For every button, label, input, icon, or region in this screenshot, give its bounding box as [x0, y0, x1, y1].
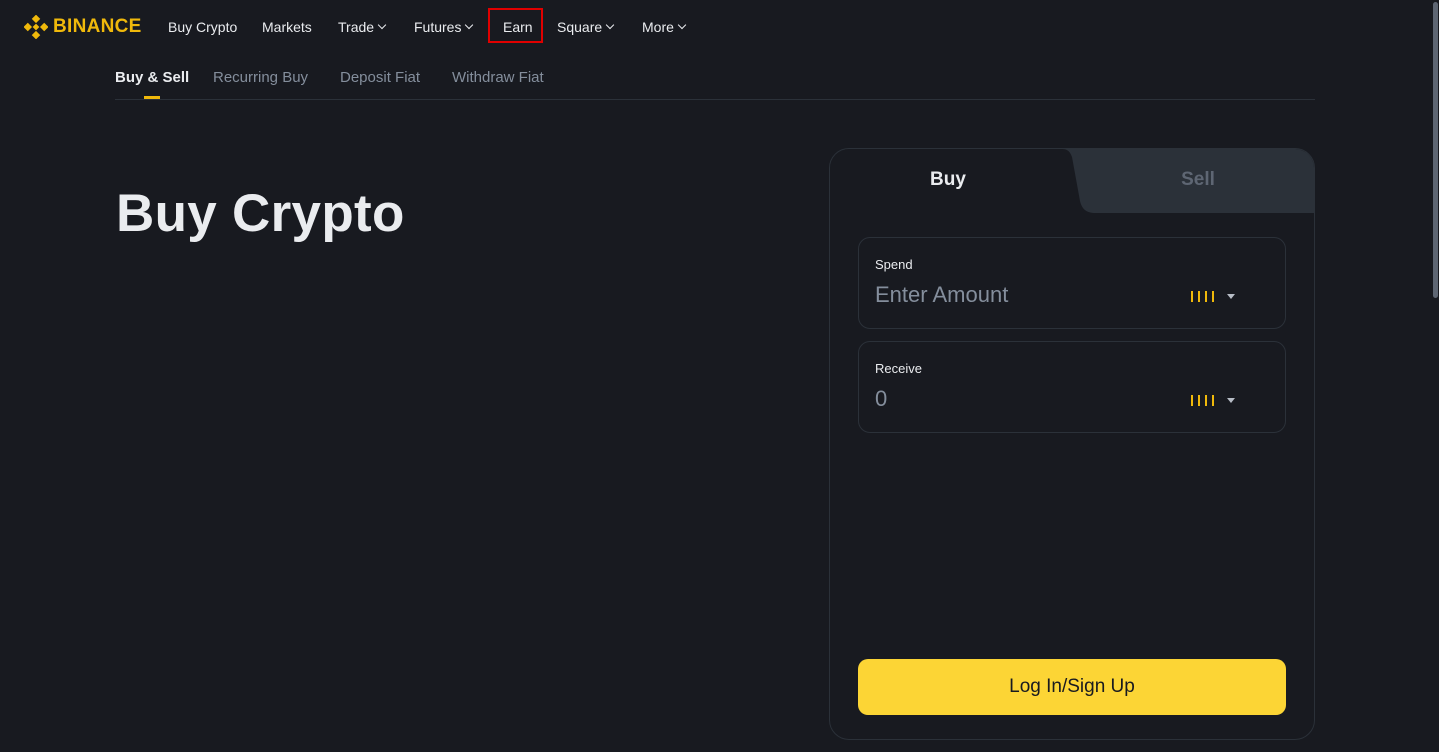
spend-currency-selector[interactable] [1191, 290, 1235, 302]
nav-label: Square [557, 19, 603, 35]
nav-futures[interactable]: Futures [414, 17, 474, 37]
nav-markets[interactable]: Markets [262, 17, 312, 37]
spend-label: Spend [875, 257, 913, 272]
receive-field: Receive [858, 341, 1286, 433]
loading-bar [1212, 394, 1214, 406]
chevron-down-icon [605, 20, 615, 30]
loading-bar [1191, 290, 1193, 302]
binance-logo[interactable]: BINANCE [24, 15, 142, 39]
chevron-down-icon [377, 20, 387, 30]
spend-field: Spend [858, 237, 1286, 329]
sub-nav: Buy & Sell Recurring Buy Deposit Fiat Wi… [115, 66, 1315, 100]
nav-label: Markets [262, 19, 312, 35]
chevron-down-icon [465, 20, 474, 30]
caret-down-icon [1227, 397, 1235, 403]
active-tab-indicator [144, 96, 160, 99]
receive-currency-selector[interactable] [1191, 394, 1235, 406]
earn-highlight-box [488, 8, 543, 43]
receive-label: Receive [875, 361, 922, 376]
nav-label: Trade [338, 19, 375, 35]
brand-name: BINANCE [53, 16, 142, 37]
loading-bar [1212, 290, 1214, 302]
loading-bar [1191, 394, 1193, 406]
buy-tab-shape [830, 149, 1096, 213]
spend-amount-input[interactable] [875, 282, 1165, 308]
loading-bar [1198, 290, 1200, 302]
tab-buy-and-sell[interactable]: Buy & Sell [115, 69, 189, 86]
tab-withdraw-fiat[interactable]: Withdraw Fiat [452, 69, 544, 86]
top-nav: BINANCE Buy Crypto Markets Trade Futures… [0, 0, 1439, 54]
login-signup-button[interactable]: Log In/Sign Up [858, 659, 1286, 715]
nav-buy-crypto[interactable]: Buy Crypto [168, 17, 237, 37]
tab-sell[interactable]: Sell [1178, 169, 1218, 191]
receive-amount-input[interactable] [875, 386, 1165, 412]
nav-square[interactable]: Square [557, 17, 615, 37]
page-title: Buy Crypto [116, 184, 405, 243]
loading-bar [1198, 394, 1200, 406]
loading-bar [1205, 394, 1207, 406]
tab-buy[interactable]: Buy [930, 169, 966, 191]
buy-sell-card: Buy Sell Spend Receive Lo [829, 148, 1315, 740]
loading-bar [1205, 290, 1207, 302]
tab-deposit-fiat[interactable]: Deposit Fiat [340, 69, 420, 86]
tab-recurring-buy[interactable]: Recurring Buy [213, 69, 308, 86]
caret-down-icon [1227, 293, 1235, 299]
page: BINANCE Buy Crypto Markets Trade Futures… [0, 0, 1439, 752]
page-scrollbar[interactable] [1431, 0, 1439, 752]
nav-label: Futures [414, 19, 462, 35]
nav-label: Buy Crypto [168, 19, 238, 35]
nav-more[interactable]: More [642, 17, 687, 37]
nav-label: More [642, 19, 674, 35]
binance-logo-icon [24, 15, 48, 39]
scrollbar-thumb[interactable] [1433, 2, 1438, 298]
chevron-down-icon [677, 20, 687, 30]
nav-trade[interactable]: Trade [338, 17, 387, 37]
